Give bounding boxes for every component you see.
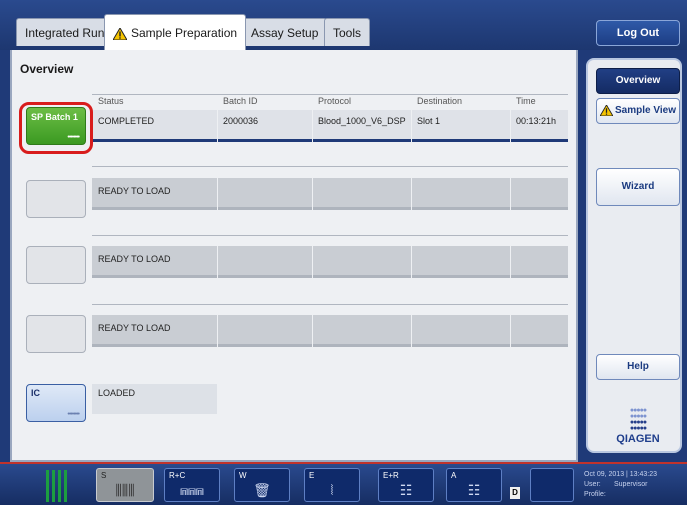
slot-tag: W (239, 471, 247, 480)
tab-integrated-run[interactable]: Integrated Run (16, 18, 114, 46)
table-row[interactable]: READY TO LOAD (92, 246, 568, 278)
divider (92, 235, 568, 236)
column-status: Status (98, 96, 124, 106)
wizard-button[interactable]: Wizard (596, 168, 680, 206)
sample-view-label: Sample View (615, 105, 676, 116)
status-cell: READY TO LOAD (98, 254, 171, 264)
reagent-cartridge-slot-button[interactable]: R+C ⩎⩎⩎ (164, 468, 220, 502)
divider (92, 94, 568, 95)
eluate-reagent-slot-button[interactable]: E+R ☷ (378, 468, 434, 502)
column-destination: Destination (417, 96, 463, 106)
status-date: Oct 09, 2013 | 13:43:23 (584, 471, 658, 478)
slot-tag: E (309, 471, 315, 480)
assay-slot-button[interactable]: A ☷ (446, 468, 502, 502)
ic-indicator-dots: •••••••• (67, 411, 80, 418)
column-protocol: Protocol (318, 96, 352, 106)
protocol-cell: Blood_1000_V6_DSP (318, 116, 406, 126)
slot-tag: R+C (169, 471, 186, 480)
slot-tag: S (101, 471, 107, 480)
logout-button[interactable]: Log Out (596, 20, 680, 46)
tube-rack-icon: ⫼⫼⫼ (115, 482, 135, 498)
ic-button[interactable]: IC •••••••• (26, 384, 86, 422)
divider (92, 304, 568, 305)
user-value: Supervisor (614, 481, 648, 488)
highlight-frame (19, 102, 93, 154)
assay-icon: ☷ (467, 482, 481, 498)
eluate-icon: ⦚ (330, 482, 334, 498)
table-row[interactable]: READY TO LOAD (92, 178, 568, 210)
page-title: Overview (20, 62, 74, 76)
ic-status: LOADED (92, 384, 217, 414)
batch-3-button[interactable] (26, 246, 86, 284)
top-tab-bar: Integrated Run Sample Preparation Assay … (0, 0, 687, 50)
ic-label: IC (31, 388, 40, 398)
waste-bin-icon: 🗑 (253, 482, 271, 498)
sample-view-button[interactable]: Sample View (596, 98, 680, 124)
column-time: Time (516, 96, 536, 106)
warning-triangle-icon (113, 27, 127, 40)
status-cell: READY TO LOAD (98, 186, 171, 196)
right-panel: Overview Sample View Wizard Help ●●●●● ●… (586, 58, 682, 453)
batch-2-button[interactable] (26, 180, 86, 218)
qiagen-logo: ●●●●● ●●●●● ●●●●● ●●●●● QIAGEN (616, 407, 660, 445)
reagent-cartridge-icon: ⩎⩎⩎ (180, 482, 204, 498)
table-header: Status Batch ID Protocol Destination Tim… (92, 96, 568, 110)
profile-label: Profile: (584, 491, 606, 498)
warning-triangle-icon (599, 103, 614, 117)
destination-cell: Slot 1 (417, 116, 441, 126)
eluate-slot-button[interactable]: E ⦚ (304, 468, 360, 502)
logo-text: QIAGEN (616, 433, 660, 445)
slot-tag: E+R (383, 471, 399, 480)
empty-slot-button[interactable] (530, 468, 574, 502)
column-batch-id: Batch ID (223, 96, 258, 106)
overview-panel: Overview Status Batch ID Protocol Destin… (10, 50, 578, 462)
divider (92, 166, 568, 167)
table-row[interactable]: COMPLETED 2000036 Blood_1000_V6_DSP Slot… (92, 110, 568, 142)
waste-slot-button[interactable]: W 🗑 (234, 468, 290, 502)
help-button[interactable]: Help (596, 354, 680, 380)
slot-tag: A (451, 471, 457, 480)
tube-rack-status-icon (32, 470, 72, 502)
tab-assay-setup[interactable]: Assay Setup (242, 18, 328, 46)
eluate-reagent-icon: ☷ (399, 482, 413, 498)
tab-sample-preparation-label: Sample Preparation (131, 26, 238, 40)
time-cell: 00:13:21h (516, 116, 557, 126)
d-badge: D (510, 487, 520, 499)
user-label: User: (584, 481, 601, 488)
sample-slot-button[interactable]: S ⫼⫼⫼ (96, 468, 154, 502)
status-cell: READY TO LOAD (98, 323, 171, 333)
batch-id-cell: 2000036 (223, 116, 259, 126)
status-cell: COMPLETED (98, 116, 155, 126)
tab-tools[interactable]: Tools (324, 18, 371, 46)
overview-button[interactable]: Overview (596, 68, 680, 94)
table-row[interactable]: READY TO LOAD (92, 315, 568, 347)
tab-sample-preparation[interactable]: Sample Preparation (104, 14, 247, 50)
batch-4-button[interactable] (26, 315, 86, 353)
status-info: Oct 09, 2013 | 13:43:23 User: Supervisor … (584, 470, 657, 500)
